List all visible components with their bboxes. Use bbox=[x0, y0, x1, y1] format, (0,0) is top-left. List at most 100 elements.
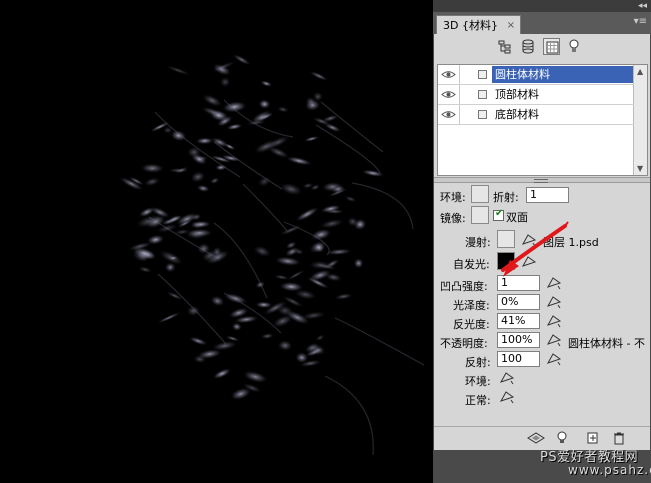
double-sided-label: 双面 bbox=[506, 211, 528, 224]
bump-input[interactable]: 1 bbox=[497, 275, 540, 291]
scroll-down-icon[interactable]: ▼ bbox=[637, 164, 643, 173]
light-spot bbox=[232, 53, 252, 66]
gloss-input[interactable]: 0% bbox=[497, 294, 540, 310]
light-spot bbox=[260, 80, 273, 87]
gloss-label: 光泽度: bbox=[453, 299, 490, 312]
light-spot bbox=[303, 136, 320, 142]
material-icon bbox=[478, 90, 487, 99]
render-settings-icon[interactable] bbox=[527, 431, 545, 445]
light-spot bbox=[274, 256, 302, 267]
texture-menu-icon[interactable] bbox=[546, 314, 562, 328]
texture-menu-icon[interactable] bbox=[546, 333, 562, 347]
visibility-eye-icon[interactable] bbox=[438, 105, 460, 124]
panel-top-strip: ◂◂ bbox=[433, 0, 651, 12]
list-scrollbar[interactable]: ▲ ▼ bbox=[633, 65, 647, 175]
light-spot bbox=[143, 177, 161, 187]
ambient-color-swatch[interactable] bbox=[471, 185, 489, 203]
self-illumination-swatch[interactable] bbox=[497, 252, 515, 270]
collapse-icon[interactable]: ◂◂ bbox=[638, 0, 647, 12]
light-spot bbox=[276, 106, 290, 113]
refraction-input[interactable]: 1 bbox=[526, 187, 569, 203]
materials-list: ▲ ▼ 圆柱体材料顶部材料底部材料 bbox=[437, 64, 648, 176]
light-spot bbox=[222, 292, 249, 305]
texture-menu-icon[interactable] bbox=[499, 371, 515, 385]
material-label: 顶部材料 bbox=[495, 88, 539, 101]
reflect-label: 反射: bbox=[465, 356, 491, 369]
diffuse-color-swatch[interactable] bbox=[497, 230, 515, 248]
panel-splitter[interactable] bbox=[434, 177, 650, 183]
light-streak bbox=[334, 317, 425, 366]
texture-menu-icon[interactable] bbox=[499, 390, 515, 404]
shine-input[interactable]: 41% bbox=[497, 313, 540, 329]
environment-label: 环境: bbox=[465, 375, 491, 388]
panel-body: ▲ ▼ 圆柱体材料 顶部材料 底部材料 环境: 折射: 1 镜像: ✔ 双面 漫射:… bbox=[434, 34, 650, 450]
diffuse-texture-name: 图层 1.psd bbox=[543, 236, 599, 249]
material-icon bbox=[478, 70, 487, 79]
material-row[interactable]: 底部材料 bbox=[438, 105, 634, 125]
light-spot bbox=[196, 184, 211, 193]
close-icon[interactable]: × bbox=[507, 16, 515, 35]
double-sided-checkbox[interactable]: ✔ bbox=[493, 208, 504, 221]
texture-menu-icon[interactable] bbox=[546, 276, 562, 290]
material-row[interactable]: 顶部材料 bbox=[438, 85, 634, 105]
ambient-label: 环境: bbox=[440, 191, 466, 204]
light-spot bbox=[186, 305, 201, 317]
light-spot bbox=[319, 218, 345, 229]
light-spot bbox=[315, 334, 325, 342]
light-spot bbox=[252, 245, 272, 258]
light-spot bbox=[260, 332, 275, 340]
reflection-color-swatch[interactable] bbox=[471, 206, 489, 224]
light-spot bbox=[323, 122, 342, 133]
light-spot bbox=[212, 368, 232, 380]
light-streak bbox=[315, 124, 381, 174]
delete-icon[interactable] bbox=[612, 431, 626, 445]
texture-menu-icon[interactable] bbox=[521, 233, 537, 247]
materials-icon[interactable] bbox=[543, 38, 560, 55]
opacity-label: 不透明度: bbox=[440, 337, 488, 350]
light-spot bbox=[277, 339, 293, 352]
texture-menu-icon[interactable] bbox=[546, 295, 562, 309]
texture-menu-icon[interactable] bbox=[521, 255, 537, 269]
refraction-label: 折射: bbox=[493, 191, 519, 204]
light-spot bbox=[334, 293, 354, 300]
visibility-eye-icon[interactable] bbox=[438, 85, 460, 104]
tab-3d-materials[interactable]: 3D {材料} × bbox=[436, 15, 521, 34]
normal-label: 正常: bbox=[465, 394, 491, 407]
light-spot bbox=[360, 169, 385, 177]
scroll-up-icon[interactable]: ▲ bbox=[637, 67, 643, 76]
light-spot bbox=[309, 70, 329, 82]
opacity-texture-name: 圆柱体材料 - 不 bbox=[568, 337, 645, 350]
light-bulb-icon[interactable] bbox=[555, 431, 571, 445]
light-spot bbox=[324, 208, 345, 215]
light-spot bbox=[188, 336, 208, 346]
visibility-eye-icon[interactable] bbox=[438, 65, 460, 84]
watermark-url: www.psahz.com bbox=[568, 463, 651, 477]
light-spot bbox=[353, 258, 364, 269]
mesh-icon[interactable] bbox=[520, 38, 537, 55]
3d-canvas[interactable] bbox=[0, 0, 433, 483]
light-spot bbox=[138, 266, 153, 273]
filter-toolbar bbox=[434, 34, 650, 60]
light-spot bbox=[165, 65, 192, 76]
new-icon[interactable] bbox=[586, 431, 600, 445]
reflect-input[interactable]: 100 bbox=[497, 351, 540, 367]
3d-materials-panel: ◂◂ 3D {材料} × ▾≡ ▲ ▼ 圆柱体材料 顶部材料 底部材料 环境: … bbox=[433, 0, 651, 483]
light-spot bbox=[139, 163, 165, 174]
diffuse-label: 漫射: bbox=[465, 236, 491, 249]
light-spot bbox=[242, 370, 269, 384]
scene-icon[interactable] bbox=[497, 38, 514, 55]
material-label: 圆柱体材料 bbox=[492, 66, 633, 83]
material-label: 底部材料 bbox=[495, 108, 539, 121]
panel-menu-icon[interactable]: ▾≡ bbox=[634, 16, 647, 27]
light-spot bbox=[255, 281, 266, 289]
splitter-grip bbox=[534, 179, 548, 183]
bump-label: 凹凸强度: bbox=[440, 280, 488, 293]
light-spot bbox=[344, 195, 357, 203]
lights-icon[interactable] bbox=[566, 38, 583, 55]
opacity-input[interactable]: 100% bbox=[497, 332, 540, 348]
texture-menu-icon[interactable] bbox=[546, 352, 562, 366]
self-illumination-label: 自发光: bbox=[453, 258, 490, 271]
3d-cylinder-render bbox=[118, 53, 425, 456]
material-row[interactable]: 圆柱体材料 bbox=[438, 65, 634, 85]
light-streak bbox=[324, 375, 374, 456]
